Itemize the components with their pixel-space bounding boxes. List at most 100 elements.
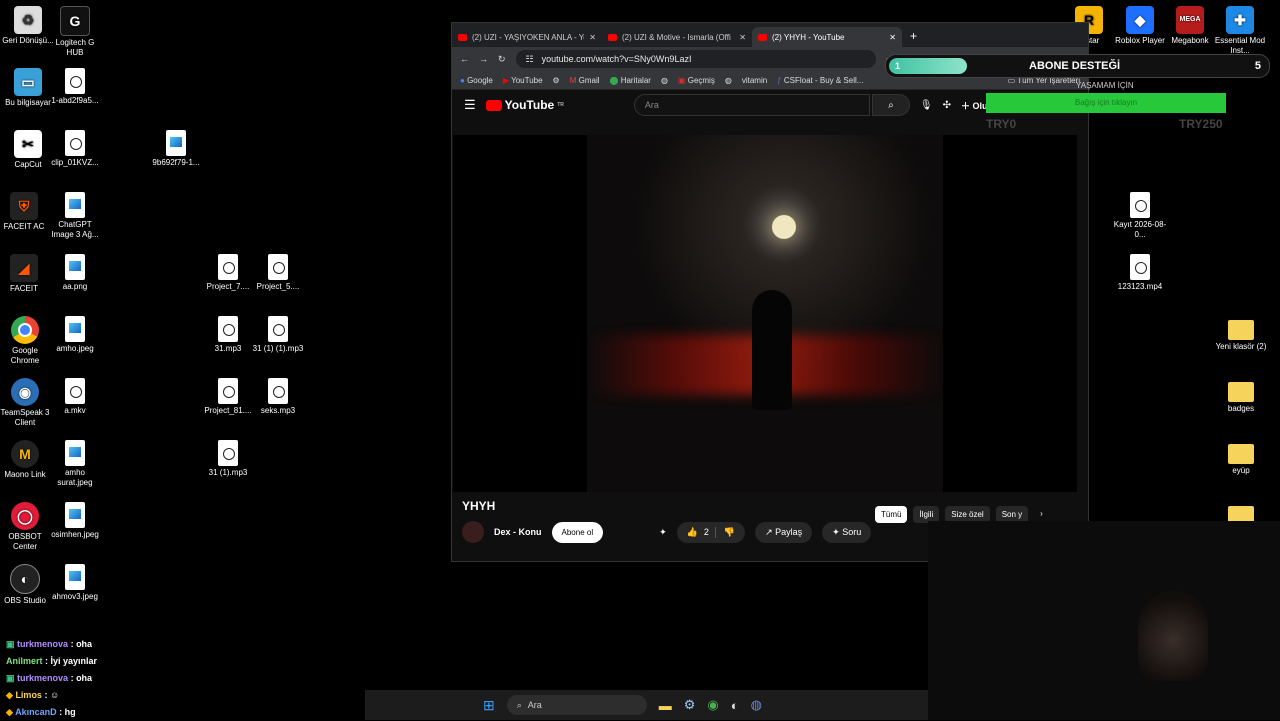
forward-icon[interactable]: → bbox=[479, 54, 488, 64]
desktop-icon-project-7[interactable]: Project_7.... bbox=[200, 254, 256, 292]
desktop-icon-clip[interactable]: clip_01KVZ... bbox=[47, 130, 103, 168]
desktop-icon-chatgpt-image[interactable]: ChatGPT Image 3 Ağ... bbox=[47, 192, 103, 240]
obs-taskbar-icon[interactable]: ◐ bbox=[731, 698, 739, 713]
desktop-icon-123123[interactable]: 123123.mp4 bbox=[1112, 254, 1168, 292]
youtube-search-input[interactable]: Ara bbox=[633, 94, 870, 116]
icon-label: FACEIT AC bbox=[3, 222, 45, 231]
chat-user: turkmenova bbox=[17, 673, 69, 683]
desktop-icon-amho-surat[interactable]: amho surat.jpeg bbox=[47, 440, 103, 488]
desktop-icon-maono[interactable]: M Maono Link bbox=[0, 440, 53, 480]
url-field[interactable]: ☷ youtube.com/watch?v=SNy0Wn9LazI bbox=[515, 50, 876, 68]
recycle-bin-icon: ♻ bbox=[14, 6, 42, 34]
video-file-icon bbox=[218, 254, 238, 280]
close-icon[interactable]: ✕ bbox=[739, 33, 746, 42]
site-info-icon[interactable]: ☷ bbox=[526, 54, 534, 65]
browser-tab-2[interactable]: (2) UZI & Motive - Ismarla (Offi ✕ bbox=[602, 27, 752, 47]
bookmark-gmail[interactable]: M Gmail bbox=[570, 76, 600, 85]
channel-name[interactable]: Dex - Konu bbox=[494, 527, 542, 537]
desktop-icon-seks-mp3[interactable]: seks.mp3 bbox=[250, 378, 306, 416]
file-explorer-icon[interactable]: ▬ bbox=[659, 698, 672, 713]
icon-label: seks.mp3 bbox=[260, 406, 296, 415]
bookmark-label: Geçmiş bbox=[687, 75, 715, 85]
subscribe-button[interactable]: Abone ol bbox=[551, 521, 604, 543]
desktop-icon-kayit[interactable]: Kayıt 2026-08-0... bbox=[1112, 192, 1168, 240]
desktop-icon-roblox[interactable]: ◆ Roblox Player bbox=[1112, 6, 1168, 46]
icon-label: Maono Link bbox=[4, 470, 46, 479]
video-player[interactable] bbox=[453, 135, 1077, 492]
desktop-icon-badges[interactable]: badges bbox=[1213, 378, 1269, 414]
desktop-icon-essential[interactable]: ✚ Essential Mod Inst... bbox=[1212, 6, 1268, 56]
bookmark-maps[interactable]: ⬤ Haritalar bbox=[610, 76, 651, 85]
close-icon[interactable]: ✕ bbox=[889, 33, 896, 42]
steam-icon[interactable]: ⚙ bbox=[553, 76, 560, 85]
desktop-icon-logitech[interactable]: G Logitech G HUB bbox=[47, 6, 103, 58]
desktop-icon-aa-png[interactable]: aa.png bbox=[47, 254, 103, 292]
reload-icon[interactable]: ↻ bbox=[498, 54, 506, 65]
chat-badge-icon: ▣ bbox=[6, 673, 15, 683]
desktop-icon-obs[interactable]: ◐ OBS Studio bbox=[0, 564, 53, 606]
desktop-icon-file[interactable]: 1-abd2f9a5... bbox=[47, 68, 103, 106]
chip-all[interactable]: Tümü bbox=[875, 506, 908, 523]
globe-icon[interactable]: ◍ bbox=[725, 76, 732, 85]
desktop-icon-amho[interactable]: amho.jpeg bbox=[47, 316, 103, 354]
globe-icon[interactable]: ◍ bbox=[661, 76, 668, 85]
maps-icon: ⬤ bbox=[609, 75, 619, 85]
bookmark-history[interactable]: ▣ Geçmiş bbox=[678, 76, 715, 85]
desktop-icon-megabonk[interactable]: MEGA Megabonk bbox=[1162, 6, 1218, 46]
dislike-icon[interactable]: 👎 bbox=[714, 526, 735, 538]
steam-icon[interactable]: ⚙ bbox=[684, 697, 696, 713]
bookmark-csfloat[interactable]: ƒ CSFloat - Buy & Sell... bbox=[777, 76, 863, 85]
desktop-icon-project-5[interactable]: Project_5.... bbox=[250, 254, 306, 292]
windows-start-icon[interactable]: ⊞ bbox=[483, 697, 495, 714]
chrome-icon bbox=[11, 316, 39, 344]
taskbar-search[interactable]: ⌕ Ara bbox=[506, 695, 647, 715]
desktop-icon-31-mp3[interactable]: 31.mp3 bbox=[200, 316, 256, 354]
logitech-icon: G bbox=[60, 6, 90, 36]
chat-message: Anilmert : İyi yayınlar bbox=[6, 656, 98, 666]
desktop-icon-a-mkv[interactable]: a.mkv bbox=[47, 378, 103, 416]
browser-tab-3[interactable]: (2) YHYH - YouTube ✕ bbox=[752, 27, 902, 47]
youtube-logo[interactable]: YouTube TR bbox=[485, 98, 564, 112]
desktop-icon-ahmov3[interactable]: ahmov3.jpeg bbox=[47, 564, 103, 602]
desktop-icon-osimhen[interactable]: osimhen.jpeg bbox=[47, 502, 103, 540]
desktop-icon-eyup[interactable]: eyüp bbox=[1213, 440, 1269, 476]
bookmark-google[interactable]: ● Google bbox=[460, 76, 493, 85]
obsbot-icon: ◯ bbox=[11, 502, 39, 530]
donation-bar: Bağış için tıklayın bbox=[986, 93, 1226, 113]
desktop-icon-teamspeak[interactable]: ◉ TeamSpeak 3 Client bbox=[0, 378, 53, 428]
desktop-icon-chrome[interactable]: Google Chrome bbox=[0, 316, 53, 366]
like-button[interactable]: 👍 2 👎 bbox=[676, 521, 746, 543]
discord-icon[interactable]: ◍ bbox=[751, 697, 762, 713]
bookmark-youtube[interactable]: ▶ YouTube bbox=[503, 76, 543, 85]
search-button[interactable]: ⌕ bbox=[871, 94, 910, 116]
desktop-icon-image[interactable]: 9b692f79-1... bbox=[148, 130, 204, 168]
menu-icon[interactable]: ☰ bbox=[464, 97, 476, 113]
chat-user: AkıncanD bbox=[15, 707, 57, 717]
desktop-icon-obsbot[interactable]: ◯ OBSBOT Center bbox=[0, 502, 53, 552]
streamer-face bbox=[1138, 591, 1208, 681]
desktop-icon-yeni-klasor[interactable]: Yeni klasör (2) bbox=[1213, 316, 1269, 352]
desktop-icon-project-81[interactable]: Project_81.... bbox=[200, 378, 256, 416]
desktop-icon-faceit[interactable]: ◢ FACEIT bbox=[0, 254, 52, 294]
bookmark-vitamin[interactable]: vitamin bbox=[742, 76, 767, 85]
new-tab-button[interactable]: + bbox=[902, 29, 925, 47]
assistant-icon[interactable]: ✣ bbox=[943, 100, 951, 111]
chat-message: ▣ turkmenova : oha bbox=[6, 673, 93, 683]
browser-tab-1[interactable]: (2) UZI - YAŞIYOKEN ANLA - Yo ✕ bbox=[452, 27, 602, 47]
sparkle-icon[interactable]: ✦ bbox=[659, 527, 667, 538]
ask-button[interactable]: ✦ Soru bbox=[822, 521, 872, 543]
desktop-icon-faceit-ac[interactable]: ⛨ FACEIT AC bbox=[0, 192, 52, 232]
like-count: 2 bbox=[703, 526, 709, 537]
webcam-overlay bbox=[928, 521, 1280, 720]
icon-label: clip_01KVZ... bbox=[51, 158, 99, 167]
share-button[interactable]: ↗ Paylaş bbox=[755, 521, 813, 543]
chrome-taskbar-icon[interactable]: ◉ bbox=[707, 697, 718, 713]
microphone-icon[interactable]: 🎙 bbox=[920, 100, 933, 111]
thumbs-up-icon: 👍 bbox=[686, 526, 698, 537]
back-icon[interactable]: ← bbox=[460, 54, 469, 64]
desktop-icon-31-1-1-mp3[interactable]: 31 (1) (1).mp3 bbox=[250, 316, 306, 354]
tab-title: (2) YHYH - YouTube bbox=[772, 32, 845, 42]
desktop-icon-31-1-mp3[interactable]: 31 (1).mp3 bbox=[200, 440, 256, 478]
channel-avatar[interactable] bbox=[462, 521, 484, 543]
close-icon[interactable]: ✕ bbox=[589, 33, 596, 42]
